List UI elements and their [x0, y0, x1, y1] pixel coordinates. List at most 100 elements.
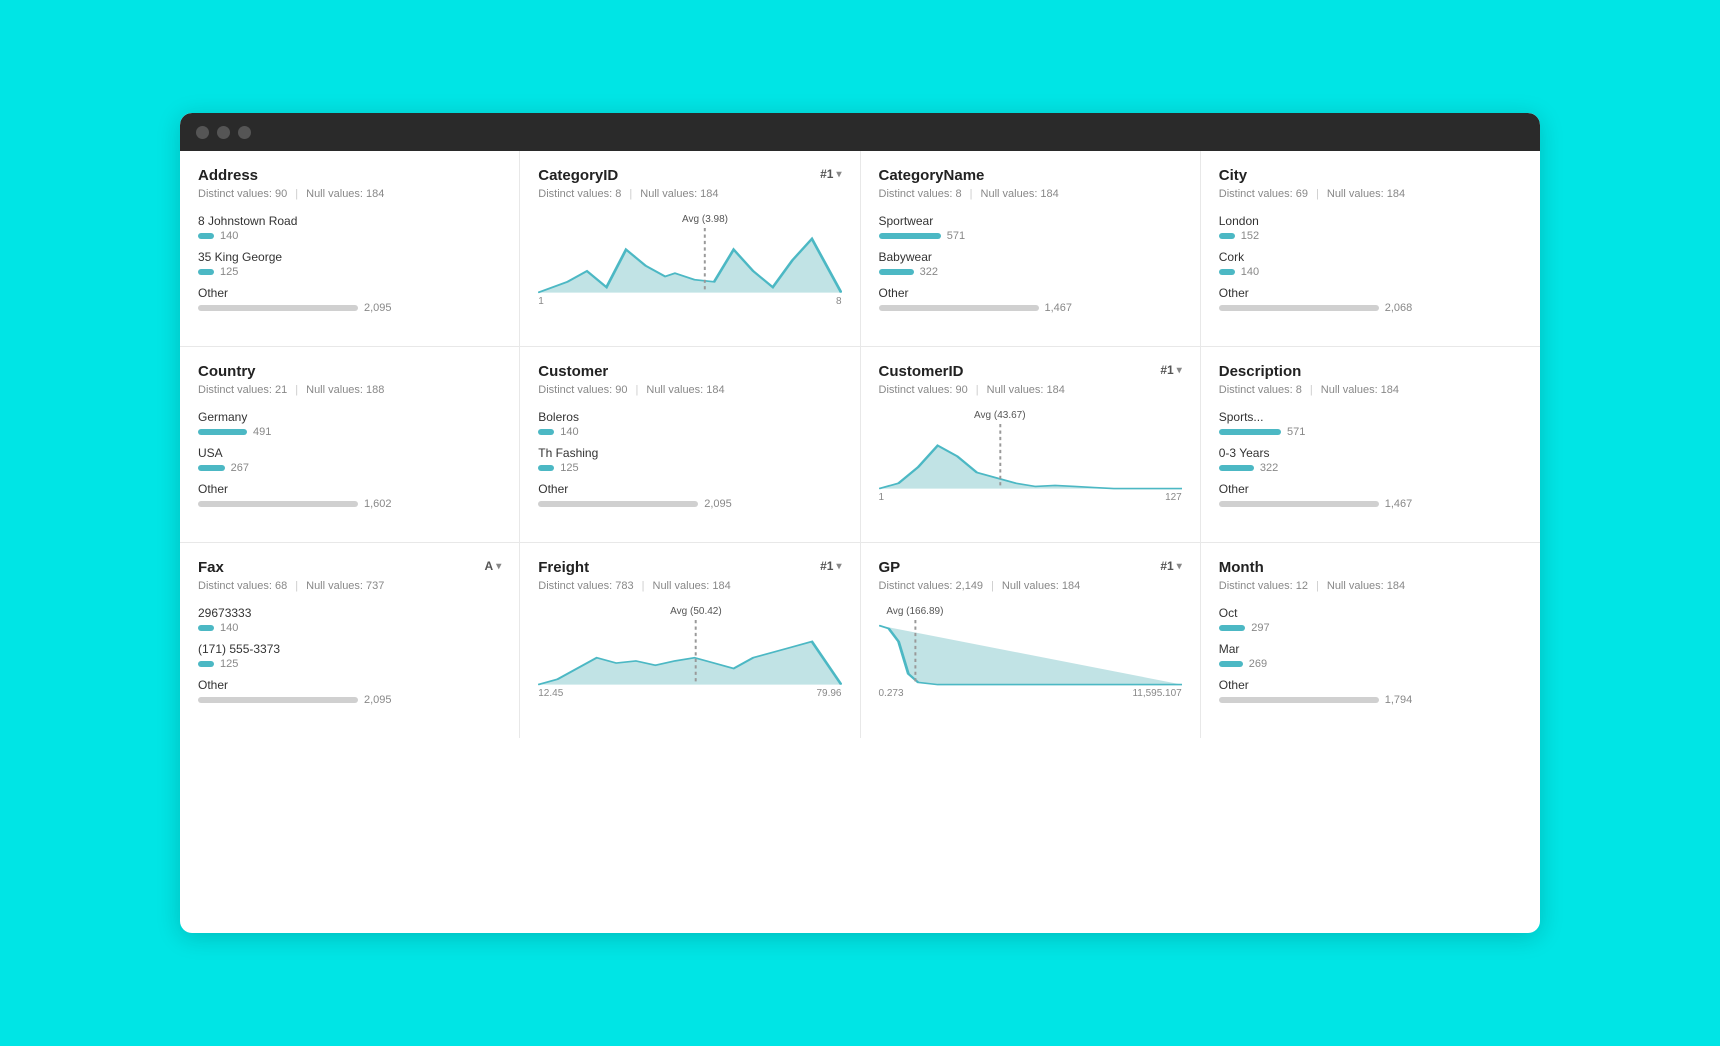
bar-label: 35 King George — [198, 250, 501, 264]
bar-row: 2,095 — [198, 302, 501, 314]
bar-value: 322 — [1260, 462, 1278, 474]
bar-value: 1,467 — [1045, 302, 1073, 314]
bar-label: (171) 555-3373 — [198, 642, 501, 656]
bar-item: Sportwear571 — [879, 214, 1182, 242]
bar-track — [538, 429, 554, 435]
bar-value: 140 — [220, 622, 238, 634]
card-categoryname: CategoryNameDistinct values: 8|Null valu… — [861, 151, 1200, 346]
bar-track — [198, 625, 214, 631]
card-meta-month: Distinct values: 12|Null values: 184 — [1219, 580, 1522, 592]
bar-item: Oct297 — [1219, 606, 1522, 634]
bar-row: 125 — [538, 462, 841, 474]
bar-track — [198, 429, 247, 435]
card-badge-customerid[interactable]: #1 ▾ — [1160, 363, 1181, 377]
bar-value: 2,068 — [1385, 302, 1413, 314]
chart-customerid: Avg (43.67) — [879, 410, 1182, 490]
card-fax: FaxA ▾Distinct values: 68|Null values: 7… — [180, 543, 519, 738]
bar-value: 571 — [1287, 426, 1305, 438]
card-badge-gp[interactable]: #1 ▾ — [1160, 559, 1181, 573]
card-title-freight: Freight — [538, 559, 589, 576]
bar-item: 29673333140 — [198, 606, 501, 634]
bar-row: 322 — [879, 266, 1182, 278]
bar-row: 1,467 — [879, 302, 1182, 314]
titlebar — [180, 113, 1540, 151]
bar-row: 1,467 — [1219, 498, 1522, 510]
bar-track — [1219, 697, 1379, 703]
bar-track — [1219, 269, 1235, 275]
bar-row: 140 — [538, 426, 841, 438]
bar-track — [1219, 501, 1379, 507]
card-description: DescriptionDistinct values: 8|Null value… — [1201, 347, 1540, 542]
bar-item: Other 2,095 — [198, 286, 501, 314]
dot-yellow — [217, 126, 230, 139]
bar-item: Other2,068 — [1219, 286, 1522, 314]
bar-value: 140 — [1241, 266, 1259, 278]
bar-row: 1,602 — [198, 498, 501, 510]
bar-label: Germany — [198, 410, 501, 424]
bar-label: Sports... — [1219, 410, 1522, 424]
bar-track — [198, 233, 214, 239]
bar-row: 125 — [198, 266, 501, 278]
card-title-categoryid: CategoryID — [538, 167, 618, 184]
bar-value: 2,095 — [364, 694, 392, 706]
avg-label: Avg (50.42) — [670, 606, 722, 617]
card-customerid: CustomerID#1 ▾Distinct values: 90|Null v… — [861, 347, 1200, 542]
bar-track — [1219, 661, 1243, 667]
bar-row: 2,095 — [198, 694, 501, 706]
card-title-address: Address — [198, 167, 258, 184]
bar-value: 1,467 — [1385, 498, 1413, 510]
card-country: CountryDistinct values: 21|Null values: … — [180, 347, 519, 542]
bar-track — [198, 269, 214, 275]
cards-grid: Address Distinct values: 90|Null values: … — [180, 151, 1540, 738]
card-title-city: City — [1219, 167, 1247, 184]
card-badge-freight[interactable]: #1 ▾ — [820, 559, 841, 573]
bar-label: Th Fashing — [538, 446, 841, 460]
bar-label: Boleros — [538, 410, 841, 424]
avg-label: Avg (3.98) — [682, 214, 728, 225]
card-customer: CustomerDistinct values: 90|Null values:… — [520, 347, 859, 542]
bar-track — [198, 305, 358, 311]
bar-row: 571 — [879, 230, 1182, 242]
bar-item: Th Fashing 125 — [538, 446, 841, 474]
bar-item: Other2,095 — [198, 678, 501, 706]
card-address: Address Distinct values: 90|Null values: … — [180, 151, 519, 346]
bar-row: 152 — [1219, 230, 1522, 242]
bar-value: 269 — [1249, 658, 1267, 670]
card-meta-categoryid: Distinct values: 8|Null values: 184 — [538, 188, 841, 200]
bar-item: Other1,794 — [1219, 678, 1522, 706]
bar-value: 125 — [220, 266, 238, 278]
bar-track — [198, 501, 358, 507]
bar-track — [538, 501, 698, 507]
bar-track — [1219, 465, 1254, 471]
card-title-categoryname: CategoryName — [879, 167, 985, 184]
card-meta-city: Distinct values: 69|Null values: 184 — [1219, 188, 1522, 200]
bar-item: Other1,467 — [1219, 482, 1522, 510]
bar-track — [879, 233, 941, 239]
bar-item: 0-3 Years322 — [1219, 446, 1522, 474]
card-meta-country: Distinct values: 21|Null values: 188 — [198, 384, 501, 396]
bar-track — [198, 697, 358, 703]
bar-item: Babywear322 — [879, 250, 1182, 278]
bar-row: 322 — [1219, 462, 1522, 474]
bar-label: Other — [879, 286, 1182, 300]
bar-row: 269 — [1219, 658, 1522, 670]
bar-label: USA — [198, 446, 501, 460]
bar-value: 125 — [560, 462, 578, 474]
avg-label: Avg (166.89) — [886, 606, 943, 617]
bar-value: 125 — [220, 658, 238, 670]
card-meta-freight: Distinct values: 783|Null values: 184 — [538, 580, 841, 592]
card-title-description: Description — [1219, 363, 1302, 380]
bar-row: 2,095 — [538, 498, 841, 510]
card-city: City Distinct values: 69|Null values: 184… — [1201, 151, 1540, 346]
bar-label: Cork — [1219, 250, 1522, 264]
bar-item: Cork 140 — [1219, 250, 1522, 278]
bar-label: Other — [198, 286, 501, 300]
card-meta-address: Distinct values: 90|Null values: 184 — [198, 188, 501, 200]
card-badge-fax[interactable]: A ▾ — [485, 559, 502, 573]
bar-label: Other — [538, 482, 841, 496]
bar-value: 2,095 — [704, 498, 732, 510]
card-badge-categoryid[interactable]: #1 ▾ — [820, 167, 841, 181]
bar-label: Other — [198, 482, 501, 496]
bar-value: 140 — [220, 230, 238, 242]
bar-track — [879, 305, 1039, 311]
